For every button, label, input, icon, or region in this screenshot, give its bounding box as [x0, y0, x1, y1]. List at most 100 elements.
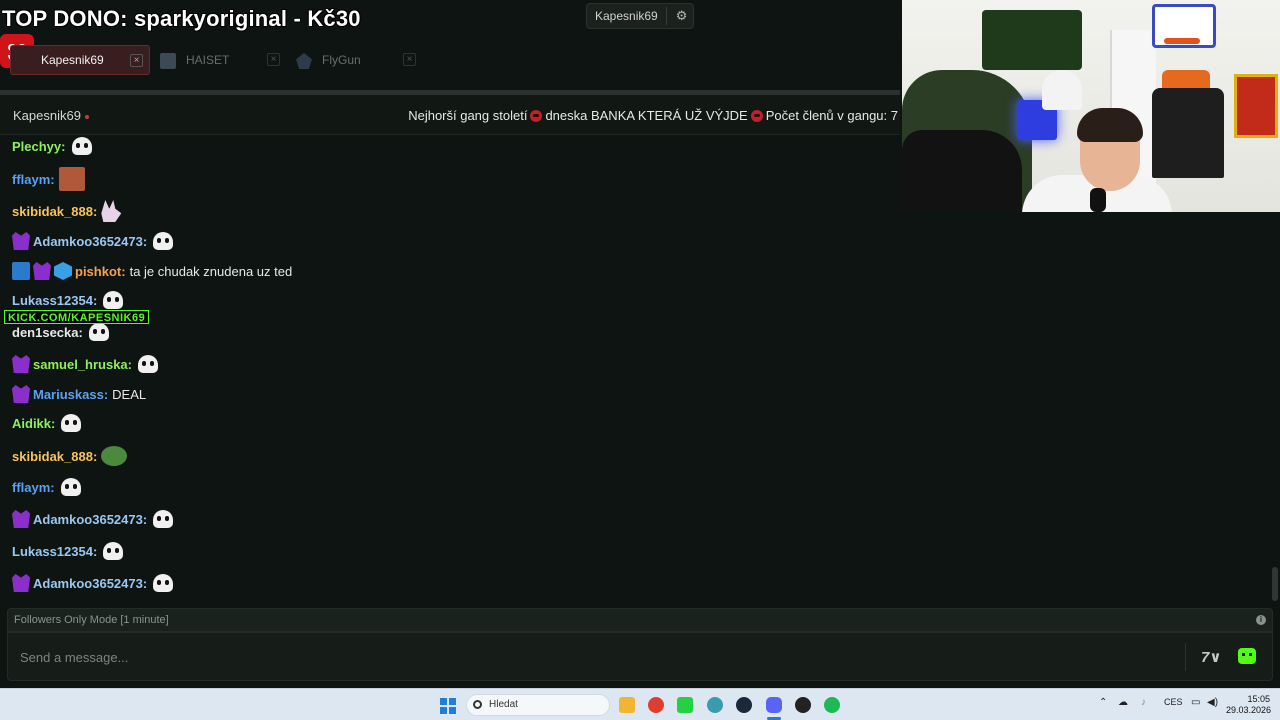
chrome-icon[interactable] — [648, 697, 664, 713]
taskbar-search[interactable]: Hledat — [466, 694, 610, 716]
pic-emote-icon[interactable] — [58, 167, 85, 191]
chat-message: den1secka: — [12, 323, 109, 341]
mod-badge-icon[interactable] — [12, 262, 30, 280]
sub-badge-icon[interactable] — [12, 574, 30, 592]
info-icon[interactable]: i — [1256, 615, 1266, 625]
chat-username[interactable]: fflaym — [12, 172, 50, 187]
live-indicator — [84, 114, 89, 119]
chat-username[interactable]: Adamkoo3652473 — [33, 512, 143, 527]
chat-username[interactable]: den1secka — [12, 325, 79, 340]
skull-emote-icon[interactable] — [153, 232, 174, 250]
skull-emote-icon[interactable] — [61, 414, 82, 432]
channel-name[interactable]: Kapesnik69 — [13, 108, 89, 123]
chevron-up-icon[interactable]: ⌃ — [1099, 697, 1107, 708]
chat-username[interactable]: Lukass12354 — [12, 293, 93, 308]
chat-username[interactable]: Adamkoo3652473 — [33, 234, 143, 249]
chat-separator: : — [92, 543, 98, 559]
browser-icon[interactable] — [707, 697, 723, 713]
chat-message: pishkot: ta je chudak znudena uz ted — [12, 262, 292, 280]
discord-icon[interactable] — [766, 697, 782, 713]
skull-emote-icon[interactable] — [153, 510, 174, 528]
webcam-feed — [902, 0, 1280, 212]
display-icon[interactable]: ▭ — [1191, 697, 1200, 708]
chat-scrollbar[interactable] — [1272, 567, 1278, 601]
volume-icon[interactable]: ◀) — [1207, 697, 1218, 708]
close-icon[interactable]: × — [267, 53, 280, 66]
pepe-emote-icon[interactable] — [101, 446, 128, 466]
chat-separator: : — [92, 203, 98, 219]
chat-separator: : — [92, 292, 98, 308]
chat-username[interactable]: skibidak_888 — [12, 204, 93, 219]
chat-username[interactable]: Mariuskass — [33, 387, 104, 402]
spotify-icon[interactable] — [824, 697, 840, 713]
network-tray-icon[interactable]: ☁ — [1118, 697, 1128, 708]
skull-emote-icon[interactable] — [138, 355, 159, 373]
avatar — [160, 53, 176, 69]
windows-start-icon[interactable] — [440, 698, 456, 714]
emote-picker-icon[interactable] — [1238, 648, 1256, 664]
chat-text: DEAL — [112, 386, 147, 402]
skull-emote-icon[interactable] — [71, 137, 92, 155]
language-indicator[interactable]: CES — [1164, 697, 1183, 707]
chat-mode-bar: Followers Only Mode [1 minute] i — [7, 608, 1273, 632]
tab-haiset[interactable]: HAISET × — [156, 45, 286, 75]
chat-separator: : — [121, 263, 126, 279]
sub-badge-icon[interactable] — [33, 262, 51, 280]
chat-username[interactable]: fflaym — [12, 480, 50, 495]
tab-label: HAISET — [186, 53, 230, 67]
search-icon — [473, 700, 482, 709]
sub-badge-icon[interactable] — [12, 232, 30, 250]
chat-username[interactable]: Lukass12354 — [12, 544, 93, 559]
close-icon[interactable]: × — [403, 53, 416, 66]
chat-separator: : — [51, 415, 56, 431]
message-input[interactable] — [20, 647, 1170, 667]
chat-username[interactable]: pishkot — [75, 264, 121, 279]
chat-username[interactable]: Adamkoo3652473 — [33, 576, 143, 591]
chat-message: Adamkoo3652473: — [12, 232, 174, 250]
user-menu-username: Kapesnik69 — [595, 9, 658, 23]
skull-emote-icon[interactable] — [88, 323, 109, 341]
chat-separator: : — [142, 575, 148, 591]
chat-separator: : — [50, 171, 55, 187]
seventv-icon[interactable]: 7∨ — [1201, 648, 1222, 666]
chat-separator: : — [142, 511, 148, 527]
obs-icon[interactable] — [795, 697, 811, 713]
chat-separator: : — [78, 324, 83, 340]
skull-emote-icon[interactable] — [103, 542, 124, 560]
chat-username[interactable]: skibidak_888 — [12, 449, 93, 464]
chat-username[interactable]: Aidikk — [12, 416, 51, 431]
chat-username[interactable]: samuel_hruska — [33, 357, 128, 372]
system-clock[interactable]: 15:05 29.03.2026 — [1226, 694, 1272, 716]
cube-badge-icon[interactable] — [54, 262, 72, 280]
skull-emote-icon[interactable] — [103, 291, 124, 309]
kick-icon[interactable] — [677, 697, 693, 713]
chat-username[interactable]: Plechyy — [12, 139, 61, 154]
microphone-icon[interactable]: ♪ — [1141, 697, 1146, 708]
chat-message: samuel_hruska: — [12, 355, 159, 373]
close-icon[interactable]: × — [130, 54, 143, 67]
tab-label: Kapesnik69 — [41, 53, 104, 67]
file-explorer-icon[interactable] — [619, 697, 635, 713]
bunny-emote-icon[interactable] — [101, 200, 122, 222]
sub-badge-icon[interactable] — [12, 355, 30, 373]
chat-message: skibidak_888: — [12, 446, 128, 466]
clock-date: 29.03.2026 — [1226, 705, 1272, 715]
tab-kapesnik69[interactable]: Kapesnik69 × — [10, 45, 150, 75]
skull-emote-icon[interactable] — [60, 478, 81, 496]
gear-icon[interactable]: ⚙ — [676, 8, 688, 24]
skull-emote-icon[interactable] — [153, 574, 174, 592]
tab-flygun[interactable]: FlyGun × — [292, 45, 422, 75]
channel-header: Kapesnik69 Nejhorší gang století dneska B… — [0, 95, 900, 135]
emote-icon — [530, 110, 543, 122]
chat-message: fflaym: — [12, 478, 81, 496]
sub-badge-icon[interactable] — [12, 385, 30, 403]
sub-badge-icon[interactable] — [12, 510, 30, 528]
chat-message: Mariuskass: DEAL — [12, 385, 146, 403]
chat-separator: : — [127, 356, 133, 372]
chat-message: Aidikk: — [12, 414, 82, 432]
chat-separator: : — [50, 479, 55, 495]
user-menu[interactable]: Kapesnik69 ⚙ — [586, 3, 694, 29]
steam-icon[interactable] — [736, 697, 752, 713]
channel-tabs: Kapesnik69 × HAISET × FlyGun × — [0, 44, 422, 76]
chat-message: Lukass12354: — [12, 291, 124, 309]
